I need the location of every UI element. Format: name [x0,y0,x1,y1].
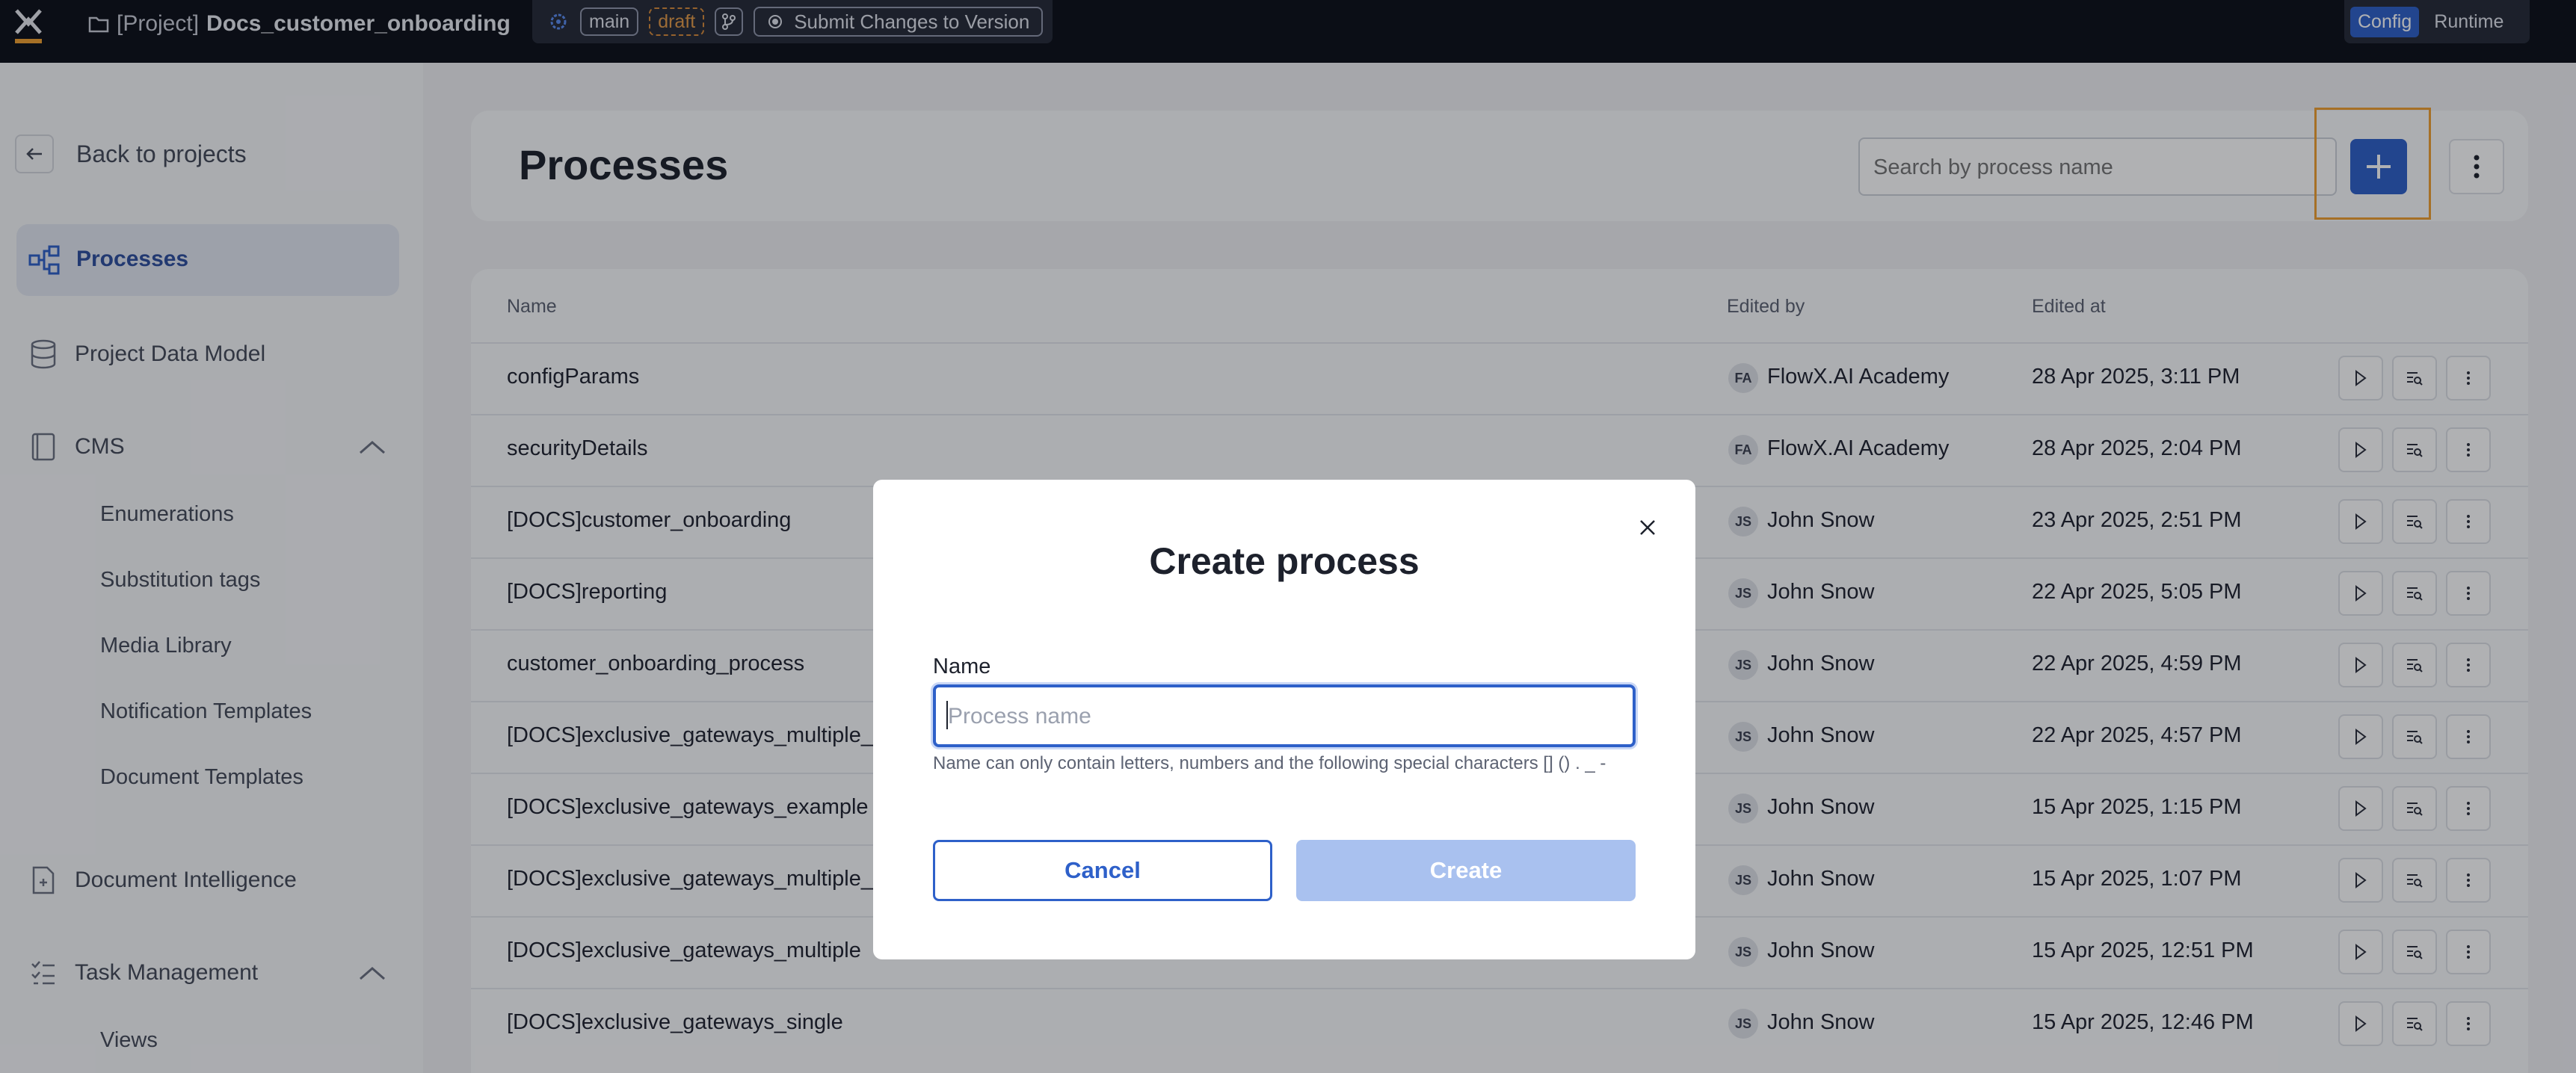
name-field-label: Name [933,655,991,678]
process-name-field[interactable] [933,684,1636,747]
process-name-input[interactable] [946,687,1607,746]
cancel-button[interactable]: Cancel [933,840,1272,901]
name-hint: Name can only contain letters, numbers a… [933,753,1606,773]
close-icon [1640,520,1655,535]
create-button[interactable]: Create [1296,840,1636,901]
create-process-dialog: Create process Name Name can only contai… [873,480,1695,959]
dialog-title: Create process [1149,540,1420,582]
close-button[interactable] [1633,513,1663,542]
